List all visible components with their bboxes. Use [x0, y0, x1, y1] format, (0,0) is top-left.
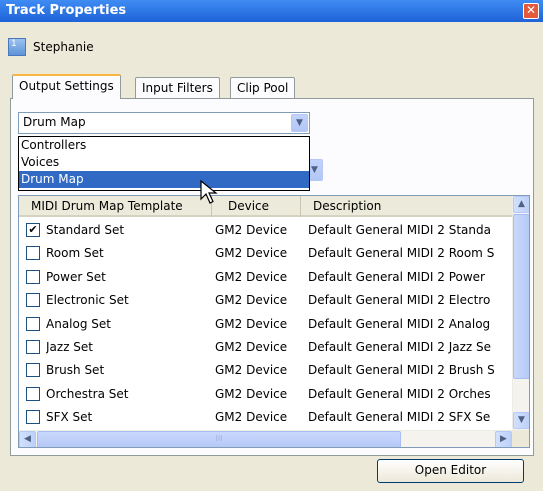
table-row[interactable]: ✔ Standard Set GM2 Device Default General M…	[19, 219, 513, 243]
table-row[interactable]: Power Set GM2 Device Default General MIDI …	[19, 266, 513, 290]
device-cell: GM2 Device	[215, 363, 288, 378]
description-cell: Default General MIDI 2 SFX Se	[308, 410, 491, 425]
table-row[interactable]: Orchestra Set GM2 Device Default General M…	[19, 383, 513, 407]
template-name-cell: Jazz Set	[46, 340, 94, 354]
title-bar: Track Properties ✕	[0, 0, 543, 22]
close-icon[interactable]: ✕	[523, 3, 539, 19]
table-row[interactable]: Electronic Set GM2 Device Default General …	[19, 289, 513, 313]
window-title: Track Properties	[6, 3, 127, 18]
output-mode-select[interactable]: Drum Map ▼	[18, 112, 310, 134]
vertical-scroll-thumb[interactable]	[513, 214, 529, 379]
table-row[interactable]: SFX Set GM2 Device Default General MIDI 2 …	[19, 406, 513, 430]
row-checkbox[interactable]	[26, 316, 40, 331]
column-header-template[interactable]: MIDI Drum Map Template	[19, 196, 212, 217]
description-cell: Default General MIDI 2 Jazz Se	[308, 340, 492, 354]
vertical-scrollbar[interactable]: ▲ ▼	[512, 196, 529, 430]
template-name-cell: SFX Set	[46, 410, 93, 425]
template-name-cell: Standard Set	[46, 223, 125, 237]
row-checkbox[interactable]	[26, 293, 40, 308]
horizontal-scrollbar[interactable]: ◀ III ▶	[19, 430, 513, 447]
track-name: Stephanie	[33, 40, 94, 54]
template-name-cell: Electronic Set	[46, 293, 129, 308]
description-cell: Default General MIDI 2 Orches	[308, 386, 491, 401]
track-number-icon: 1	[8, 38, 26, 56]
scroll-right-icon[interactable]: ▶	[495, 431, 512, 447]
device-cell: GM2 Device	[215, 316, 288, 331]
column-header-device[interactable]: Device	[212, 196, 301, 217]
template-name-cell: Room Set	[46, 246, 104, 261]
description-cell: Default General MIDI 2 Brush S	[308, 363, 495, 378]
device-cell: GM2 Device	[215, 386, 288, 401]
tab-output-settings[interactable]: Output Settings	[12, 74, 121, 99]
description-cell: Default General MIDI 2 Electro	[308, 293, 491, 308]
tab-label: Clip Pool	[237, 81, 289, 95]
open-editor-button[interactable]: Open Editor	[377, 459, 524, 483]
description-cell: Default General MIDI 2 Standa	[308, 223, 491, 237]
description-cell: Default General MIDI 2 Analog	[308, 316, 491, 331]
tab-clip-pool[interactable]: Clip Pool	[230, 77, 296, 99]
row-checkbox[interactable]	[26, 246, 40, 261]
scroll-down-icon[interactable]: ▼	[513, 412, 529, 429]
table-row[interactable]: Analog Set GM2 Device Default General MIDI…	[19, 313, 513, 337]
table-row[interactable]: Jazz Set GM2 Device Default General MIDI 2…	[19, 336, 513, 360]
row-checkbox[interactable]: ✔	[26, 223, 40, 237]
row-checkbox[interactable]	[26, 410, 40, 425]
table-header: MIDI Drum Map Template Device Descriptio…	[19, 196, 513, 217]
device-cell: GM2 Device	[215, 410, 288, 425]
table-row[interactable]: Brush Set GM2 Device Default General MIDI …	[19, 359, 513, 383]
output-mode-dropdown: Controllers Voices Drum Map	[18, 136, 310, 191]
dropdown-option-controllers[interactable]: Controllers	[19, 137, 309, 154]
dropdown-option-voices[interactable]: Voices	[19, 154, 309, 171]
horizontal-scroll-thumb[interactable]: III	[37, 431, 401, 447]
table-row[interactable]: Room Set GM2 Device Default General MIDI 2…	[19, 242, 513, 266]
scrollbar-corner	[512, 430, 529, 447]
device-cell: GM2 Device	[215, 293, 288, 308]
template-name-cell: Brush Set	[46, 363, 105, 378]
chevron-down-icon[interactable]: ▼	[291, 114, 308, 132]
device-cell: GM2 Device	[215, 246, 288, 261]
template-name-cell: Orchestra Set	[46, 386, 129, 401]
dropdown-option-drum-map[interactable]: Drum Map	[19, 171, 309, 188]
device-cell: GM2 Device	[215, 340, 288, 354]
tab-input-filters[interactable]: Input Filters	[135, 77, 220, 99]
mouse-pointer-icon	[200, 180, 218, 204]
scroll-left-icon[interactable]: ◀	[19, 431, 36, 447]
row-checkbox[interactable]	[26, 386, 40, 401]
tab-label: Output Settings	[19, 79, 114, 93]
template-name-cell: Power Set	[46, 269, 106, 284]
column-header-description[interactable]: Description	[301, 196, 513, 217]
device-cell: GM2 Device	[215, 223, 288, 237]
row-checkbox[interactable]	[26, 363, 40, 378]
drum-map-table: MIDI Drum Map Template Device Descriptio…	[18, 195, 530, 448]
tab-label: Input Filters	[142, 81, 213, 95]
scroll-up-icon[interactable]: ▲	[513, 196, 529, 213]
description-cell: Default General MIDI 2 Room S	[308, 246, 495, 261]
row-checkbox[interactable]	[26, 340, 40, 354]
description-cell: Default General MIDI 2 Power	[308, 269, 485, 284]
template-name-cell: Analog Set	[46, 316, 111, 331]
row-checkbox[interactable]	[26, 269, 40, 284]
output-mode-value: Drum Map	[23, 115, 86, 129]
device-cell: GM2 Device	[215, 269, 288, 284]
